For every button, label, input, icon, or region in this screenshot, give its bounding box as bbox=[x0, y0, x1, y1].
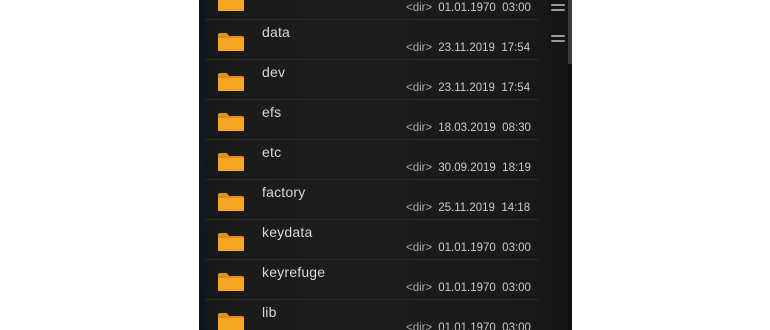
file-time: 03:00 bbox=[502, 242, 531, 254]
file-name: keydata bbox=[262, 224, 313, 240]
drag-handle-icon[interactable] bbox=[551, 35, 565, 45]
file-time: 18:19 bbox=[502, 162, 531, 174]
file-type: <dir> bbox=[406, 162, 433, 174]
file-type: <dir> bbox=[406, 282, 433, 294]
file-date: 23.11.2019 bbox=[438, 82, 495, 94]
file-name: factory bbox=[262, 184, 306, 200]
file-date: 01.01.1970 bbox=[438, 322, 496, 330]
file-meta: <dir> 18.03.2019 08:30 bbox=[406, 122, 531, 134]
file-meta: <dir> 01.01.1970 03:00 bbox=[406, 282, 531, 294]
file-date: 01.01.1970 bbox=[438, 242, 496, 254]
file-date: 01.01.1970 bbox=[438, 2, 496, 14]
file-type: <dir> bbox=[406, 322, 433, 330]
folder-icon bbox=[217, 312, 245, 330]
file-name: dev bbox=[262, 64, 286, 80]
file-list: d <dir>01.01.1970 03:00 data <dir>23.11.… bbox=[199, 0, 539, 330]
file-name: keyrefuge bbox=[262, 264, 326, 280]
file-name: lib bbox=[262, 304, 277, 320]
file-name: data bbox=[262, 24, 291, 40]
file-meta: <dir> 23.11.2019 17:54 bbox=[406, 82, 530, 94]
file-row[interactable]: efs <dir> 18.03.2019 08:30 bbox=[205, 100, 539, 140]
file-date: 25.11.2019 bbox=[438, 202, 495, 214]
file-type: <dir> bbox=[406, 202, 433, 214]
file-time: 08:30 bbox=[502, 122, 531, 134]
file-meta: <dir> 01.01.1970 03:00 bbox=[406, 2, 531, 14]
file-type: <dir> bbox=[406, 42, 433, 54]
folder-icon bbox=[217, 32, 245, 52]
file-date: 30.09.2019 bbox=[438, 162, 496, 174]
folder-icon bbox=[217, 192, 245, 212]
file-row[interactable]: keyrefuge <dir> 01.01.1970 03:00 bbox=[205, 260, 539, 300]
folder-icon bbox=[217, 112, 245, 132]
file-type: <dir> bbox=[406, 122, 433, 134]
file-type: <dir> bbox=[406, 242, 433, 254]
file-row[interactable]: data <dir> 23.11.2019 17:54 bbox=[205, 20, 539, 60]
file-date: 01.01.1970 bbox=[438, 282, 496, 294]
file-row[interactable]: factory <dir> 25.11.2019 14:18 bbox=[205, 180, 539, 220]
file-meta: <dir> 01.01.1970 03:00 bbox=[406, 242, 531, 254]
file-name: efs bbox=[262, 104, 282, 120]
file-date: 23.11.2019 bbox=[438, 42, 495, 54]
file-name: etc bbox=[262, 144, 282, 160]
drag-handle-icon[interactable] bbox=[551, 4, 565, 14]
file-time: 17:54 bbox=[501, 42, 531, 54]
scrollbar-thumb[interactable] bbox=[568, 0, 572, 64]
file-time: 03:00 bbox=[502, 282, 531, 294]
folder-icon bbox=[217, 0, 245, 12]
folder-icon bbox=[217, 272, 245, 292]
file-meta: <dir> 30.09.2019 18:19 bbox=[406, 162, 531, 174]
file-meta: <dir> 25.11.2019 14:18 bbox=[406, 202, 530, 214]
file-date: 18.03.2019 bbox=[438, 122, 496, 134]
file-time: 17:54 bbox=[501, 82, 531, 94]
file-row[interactable]: d <dir>01.01.1970 03:00 bbox=[205, 0, 539, 20]
file-time: 03:00 bbox=[502, 322, 531, 330]
file-time: 14:18 bbox=[501, 202, 531, 214]
file-row[interactable]: etc <dir> 30.09.2019 18:19 bbox=[205, 140, 539, 180]
file-type: <dir> bbox=[406, 82, 433, 94]
file-row[interactable]: lib <dir> 01.01.1970 03:00 bbox=[205, 300, 539, 330]
file-row[interactable]: dev <dir> 23.11.2019 17:54 bbox=[205, 60, 539, 100]
file-time: 03:00 bbox=[502, 2, 531, 14]
folder-icon bbox=[217, 152, 245, 172]
file-meta: <dir> 01.01.1970 03:00 bbox=[406, 322, 531, 330]
file-type: <dir> bbox=[406, 2, 433, 14]
file-meta: <dir> 23.11.2019 17:54 bbox=[406, 42, 530, 54]
file-manager-screen: d <dir>01.01.1970 03:00 data <dir>23.11.… bbox=[199, 0, 572, 330]
folder-icon bbox=[217, 232, 245, 252]
folder-icon bbox=[217, 72, 245, 92]
file-row[interactable]: keydata <dir> 01.01.1970 03:00 bbox=[205, 220, 539, 260]
